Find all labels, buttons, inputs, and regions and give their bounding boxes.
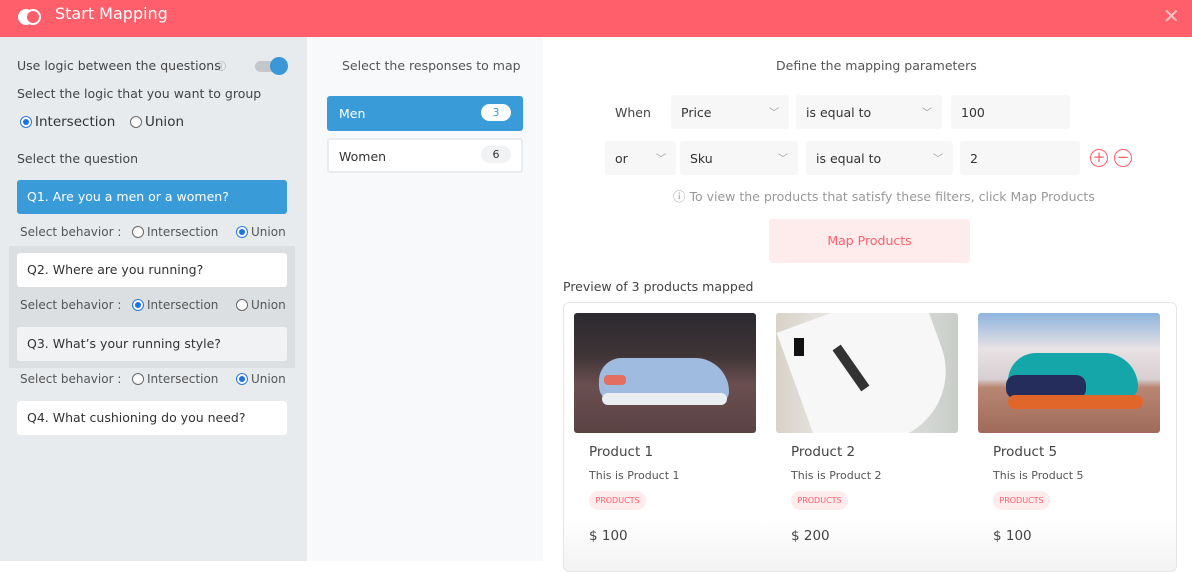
row2-connector-select[interactable]: or ﹀ <box>605 141 676 175</box>
group-intersection-radio[interactable]: Intersection <box>20 114 115 130</box>
radio-label: Union <box>251 225 286 239</box>
responses-title: Select the responses to map <box>342 58 521 73</box>
product-image <box>776 313 958 433</box>
product-name: Product 1 <box>589 444 654 460</box>
chevron-down-icon: ﹀ <box>778 154 788 165</box>
questions-panel: Use logic between the questions ⓘ Select… <box>0 37 307 561</box>
product-card[interactable]: Product 1 This is Product 1 PRODUCTS $ 1… <box>574 313 756 544</box>
radio-label: Union <box>251 372 286 386</box>
product-card[interactable]: Product 2 This is Product 2 PRODUCTS $ 2… <box>776 313 958 544</box>
row2-operator-select[interactable]: is equal to ﹀ <box>806 141 953 175</box>
radio-label: Intersection <box>147 372 219 386</box>
add-row-plus-icon[interactable]: + <box>1090 149 1108 167</box>
q3-intersection-radio[interactable]: Intersection <box>132 372 218 386</box>
select-value: Sku <box>690 151 713 166</box>
product-price: $ 200 <box>791 528 830 544</box>
radio-label: Intersection <box>147 298 219 312</box>
when-label: When <box>615 105 651 120</box>
row2-field-select[interactable]: Sku ﹀ <box>680 141 798 175</box>
response-count-badge: 6 <box>481 146 511 163</box>
product-tag: PRODUCTS <box>993 491 1050 510</box>
product-name: Product 2 <box>791 444 856 460</box>
q2-intersection-radio[interactable]: Intersection <box>132 298 218 312</box>
overlapping-circles-icon <box>18 9 42 25</box>
remove-row-minus-icon[interactable]: − <box>1114 149 1132 167</box>
product-image <box>978 313 1160 433</box>
behavior-label: Select behavior : <box>20 225 122 239</box>
map-products-button[interactable]: Map Products <box>769 219 970 263</box>
select-value: Price <box>681 105 712 120</box>
row2-value-input[interactable]: 2 <box>960 141 1080 175</box>
product-tag: PRODUCTS <box>589 491 646 510</box>
chevron-down-icon: ﹀ <box>769 108 779 119</box>
info-icon: ⓘ <box>216 62 226 73</box>
q1-intersection-radio[interactable]: Intersection <box>132 225 218 239</box>
responses-panel: Select the responses to map Men 3 Women … <box>307 37 543 561</box>
select-question-label: Select the question <box>17 151 139 166</box>
select-value: or <box>615 151 628 166</box>
product-tag: PRODUCTS <box>791 491 848 510</box>
modal-header: Start Mapping ✕ <box>0 0 1192 37</box>
product-image <box>574 313 756 433</box>
use-logic-toggle[interactable] <box>255 57 288 75</box>
behavior-label: Select behavior : <box>20 298 122 312</box>
response-item-men[interactable]: Men 3 <box>327 96 523 131</box>
question-item-q3[interactable]: Q3. What’s your running style? <box>17 327 287 361</box>
chevron-down-icon: ﹀ <box>933 154 943 165</box>
select-value: is equal to <box>806 105 872 120</box>
hint-text: ⓘ To view the products that satisfy thes… <box>673 189 1095 204</box>
close-icon[interactable]: ✕ <box>1163 6 1180 26</box>
preview-title: Preview of 3 products mapped <box>563 279 754 294</box>
chevron-down-icon: ﹀ <box>922 108 932 119</box>
select-value: is equal to <box>816 151 882 166</box>
radio-label: Intersection <box>147 225 219 239</box>
product-description: This is Product 5 <box>993 469 1084 482</box>
mapping-panel: Define the mapping parameters When Price… <box>543 37 1192 572</box>
row1-field-select[interactable]: Price ﹀ <box>671 95 789 129</box>
radio-label: Union <box>251 298 286 312</box>
question-item-q4[interactable]: Q4. What cushioning do you need? <box>17 401 287 435</box>
group-logic-label: Select the logic that you want to group <box>17 86 262 101</box>
product-card[interactable]: Product 5 This is Product 5 PRODUCTS $ 1… <box>978 313 1160 544</box>
product-description: This is Product 2 <box>791 469 882 482</box>
products-preview: Product 1 This is Product 1 PRODUCTS $ 1… <box>563 302 1177 572</box>
modal-title: Start Mapping <box>55 4 168 23</box>
response-item-women[interactable]: Women 6 <box>327 138 523 173</box>
response-label: Men <box>339 106 366 121</box>
q1-union-radio[interactable]: Union <box>236 225 286 239</box>
chevron-down-icon: ﹀ <box>656 154 666 165</box>
radio-label: Union <box>145 114 185 130</box>
response-label: Women <box>339 149 387 164</box>
product-description: This is Product 1 <box>589 469 680 482</box>
response-count-badge: 3 <box>481 104 511 121</box>
product-price: $ 100 <box>993 528 1032 544</box>
row1-operator-select[interactable]: is equal to ﹀ <box>796 95 942 129</box>
q2-union-radio[interactable]: Union <box>236 298 286 312</box>
question-item-q2[interactable]: Q2. Where are you running? <box>17 253 287 287</box>
radio-label: Intersection <box>35 114 116 130</box>
mapping-title: Define the mapping parameters <box>776 58 977 73</box>
product-price: $ 100 <box>589 528 628 544</box>
group-union-radio[interactable]: Union <box>130 114 184 130</box>
product-name: Product 5 <box>993 444 1058 460</box>
q3-union-radio[interactable]: Union <box>236 372 286 386</box>
use-logic-label: Use logic between the questions <box>17 58 221 73</box>
question-item-q1[interactable]: Q1. Are you a men or a women? <box>17 180 287 214</box>
row1-value-input[interactable]: 100 <box>951 95 1070 129</box>
behavior-label: Select behavior : <box>20 372 122 386</box>
